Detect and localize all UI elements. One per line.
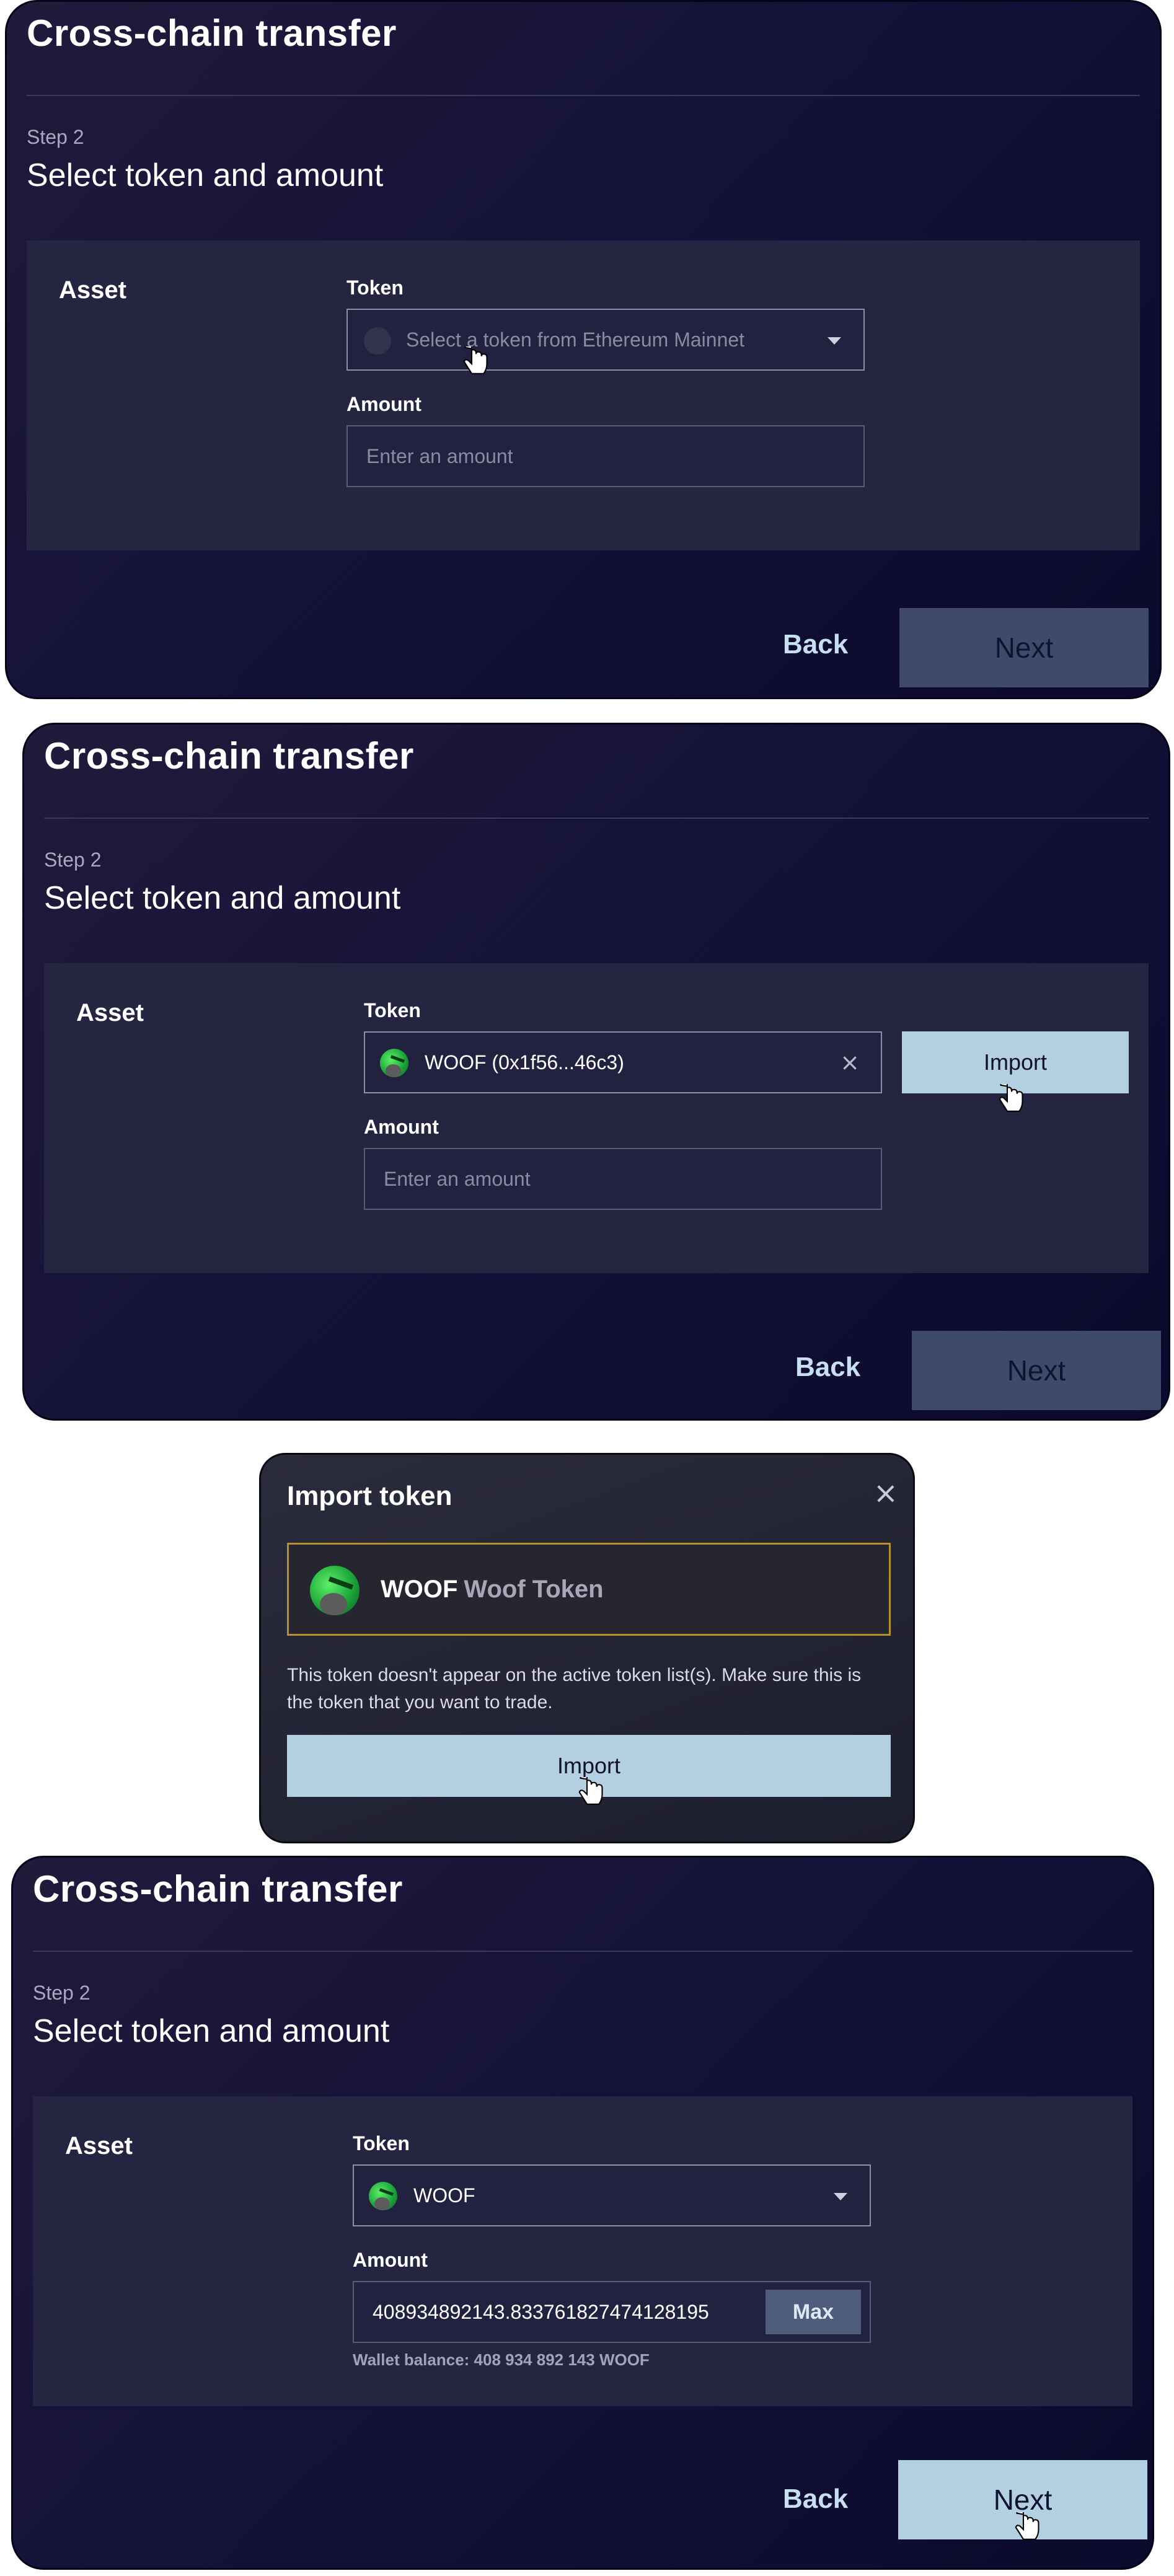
wallet-balance: Wallet balance: 408 934 892 143 WOOF [353, 2350, 650, 2369]
asset-label: Asset [65, 2132, 133, 2159]
transfer-card-token-selected: Cross-chain transfer Step 2 Select token… [22, 723, 1170, 1421]
woof-token-icon [310, 1566, 360, 1615]
token-placeholder-icon [364, 327, 391, 355]
warning-text: This token doesn't appear on the active … [287, 1665, 862, 1713]
amount-placeholder: Enter an amount [366, 444, 513, 467]
divider [27, 95, 1140, 96]
max-button[interactable]: Max [766, 2290, 861, 2334]
transfer-card-step1: Cross-chain transfer Step 2 Select token… [5, 0, 1162, 699]
next-button[interactable]: Next [899, 608, 1149, 687]
page-title: Cross-chain transfer [33, 1868, 403, 1910]
step-title: Select token and amount [44, 880, 401, 916]
token-select[interactable]: WOOF (0x1f56...46c3) × [364, 1031, 882, 1093]
amount-label: Amount [364, 1116, 439, 1138]
woof-token-icon [380, 1049, 408, 1077]
token-name: Woof Token [464, 1576, 604, 1603]
hand-cursor-icon [578, 1777, 603, 1805]
token-info-box: WOOF Woof Token [287, 1543, 891, 1636]
back-button[interactable]: Back [783, 629, 848, 660]
token-label: Token [364, 999, 421, 1021]
amount-input[interactable]: Enter an amount [364, 1148, 882, 1210]
woof-token-icon [369, 2182, 397, 2210]
token-select[interactable]: WOOF [353, 2164, 871, 2226]
page-title: Cross-chain transfer [27, 12, 397, 54]
amount-value: 408934892143.833761827474128195 [373, 2300, 709, 2323]
close-icon[interactable]: × [840, 1049, 860, 1076]
step-label: Step 2 [33, 1982, 90, 2004]
asset-label: Asset [76, 999, 144, 1026]
modal-title: Import token [287, 1481, 452, 1511]
token-label: Token [353, 2132, 410, 2155]
token-symbol: WOOF [381, 1576, 458, 1603]
asset-panel: Asset Token WOOF Amount 408934892143.833… [33, 2096, 1132, 2406]
chevron-down-icon [828, 337, 841, 345]
amount-placeholder: Enter an amount [384, 1167, 531, 1190]
asset-panel: Asset Token Select a token from Ethereum… [27, 240, 1140, 550]
page-title: Cross-chain transfer [44, 735, 414, 777]
step-title: Select token and amount [27, 157, 384, 193]
hand-cursor-icon [463, 346, 488, 374]
amount-label: Amount [353, 2249, 428, 2271]
step-label: Step 2 [44, 849, 102, 871]
token-select-value: WOOF (0x1f56...46c3) [425, 1051, 624, 1074]
transfer-card-amount-filled: Cross-chain transfer Step 2 Select token… [11, 1856, 1154, 2570]
step-title: Select token and amount [33, 2013, 390, 2049]
token-select[interactable]: Select a token from Ethereum Mainnet [346, 309, 865, 371]
close-icon[interactable]: × [873, 1476, 898, 1511]
amount-input[interactable]: Enter an amount [346, 425, 865, 487]
token-info: WOOF Woof Token [381, 1576, 604, 1603]
amount-label: Amount [346, 393, 421, 415]
divider [44, 818, 1149, 819]
step-label: Step 2 [27, 126, 84, 148]
chevron-down-icon [834, 2193, 847, 2200]
hand-cursor-icon [999, 1084, 1023, 1112]
asset-panel: Asset Token WOOF (0x1f56...46c3) × Impor… [44, 963, 1149, 1273]
back-button[interactable]: Back [783, 2484, 848, 2515]
token-select-value: WOOF [413, 2184, 475, 2207]
amount-input[interactable]: 408934892143.833761827474128195 Max [353, 2281, 871, 2343]
asset-label: Asset [59, 276, 126, 304]
divider [33, 1951, 1132, 1952]
back-button[interactable]: Back [795, 1352, 860, 1383]
next-button[interactable]: Next [912, 1331, 1161, 1410]
token-label: Token [346, 276, 404, 299]
hand-cursor-icon [1015, 2512, 1039, 2540]
token-select-placeholder: Select a token from Ethereum Mainnet [406, 328, 745, 351]
import-token-modal: Import token × WOOF Woof Token This token… [259, 1453, 915, 1843]
